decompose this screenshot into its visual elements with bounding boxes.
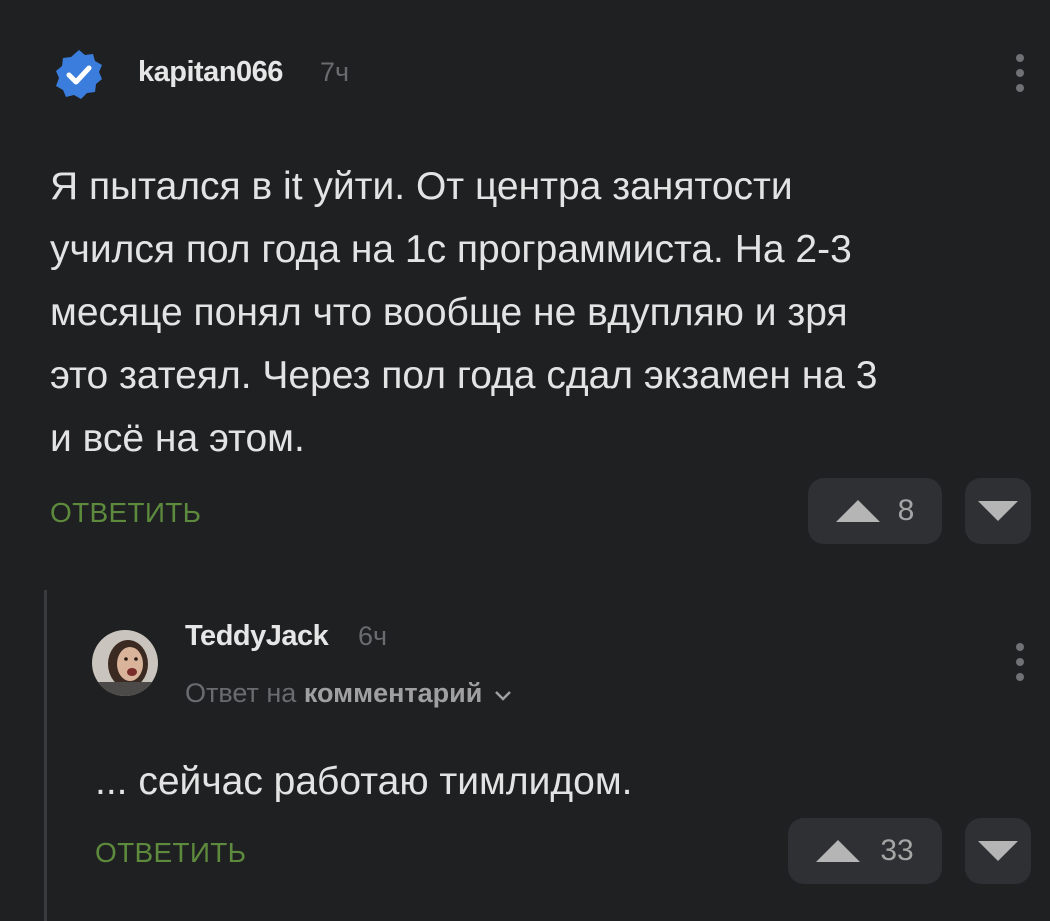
comment-text-line: месяце понял что вообще не вдупляю и зря	[50, 291, 848, 334]
reply-time: 6ч	[358, 621, 388, 651]
comment-time: 7ч	[320, 57, 350, 87]
downvote-icon	[978, 841, 1018, 861]
reply-button[interactable]: ОТВЕТИТЬ	[50, 497, 201, 529]
avatar[interactable]	[92, 630, 158, 696]
reply-author[interactable]: TeddyJack	[185, 620, 329, 653]
reply-text: ... сейчас работаю тимлидом.	[95, 760, 633, 803]
chevron-down-icon	[494, 691, 511, 701]
reply-downvote-button[interactable]	[965, 818, 1031, 884]
vote-count: 8	[897, 494, 915, 527]
reply-to-target: комментарий	[303, 678, 483, 708]
reply-to-prefix: Ответ на	[185, 678, 297, 708]
reply-to-link[interactable]: Ответ на комментарий	[185, 678, 512, 709]
reply-upvote-button[interactable]: 33	[788, 818, 942, 884]
upvote-icon	[816, 840, 861, 862]
comment-text-line: и всё на этом.	[50, 417, 305, 460]
comment-text: Я пытался в it уйти. От центра занятости…	[50, 155, 1030, 470]
comment-author[interactable]: kapitan066	[138, 56, 283, 89]
reply-more-options-icon[interactable]	[1016, 643, 1024, 681]
comment-text-line: учился пол года на 1с программиста. На 2…	[50, 228, 852, 271]
reply-reply-button[interactable]: ОТВЕТИТЬ	[95, 837, 246, 869]
thread-line[interactable]	[44, 590, 47, 921]
upvote-icon	[835, 500, 880, 522]
comment-text-line: Я пытался в it уйти. От центра занятости	[50, 165, 793, 208]
more-options-icon[interactable]	[1016, 54, 1024, 92]
downvote-icon	[978, 501, 1018, 521]
reply-vote-count: 33	[880, 834, 914, 867]
downvote-button[interactable]	[965, 478, 1031, 544]
comment-text-line: это затеял. Через пол года сдал экзамен …	[50, 354, 878, 397]
verified-badge-icon	[52, 48, 106, 102]
upvote-button[interactable]: 8	[808, 478, 942, 544]
